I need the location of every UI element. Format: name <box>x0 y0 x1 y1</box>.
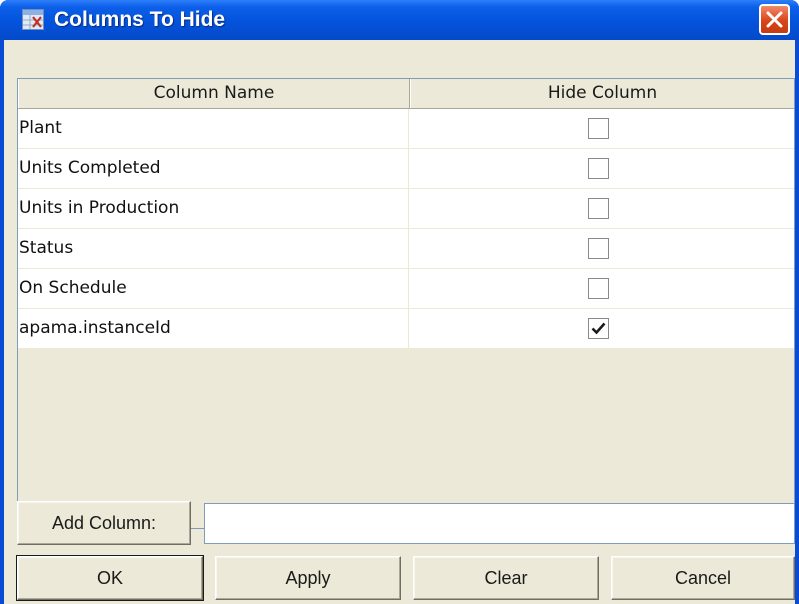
hide-checkbox[interactable] <box>588 158 609 179</box>
column-name-cell: Status <box>18 229 409 268</box>
ok-button[interactable]: OK <box>16 555 204 601</box>
hide-column-cell <box>410 269 794 308</box>
table-row[interactable]: Status <box>18 229 794 269</box>
column-name-cell: apama.instanceId <box>18 309 409 348</box>
close-icon <box>766 11 783 28</box>
table-row[interactable]: apama.instanceId <box>18 309 794 349</box>
hide-column-cell <box>410 149 794 188</box>
column-name-cell: Units in Production <box>18 189 409 228</box>
hide-checkbox[interactable] <box>588 198 609 219</box>
columns-table: Column Name Hide Column Plant Units Comp… <box>17 78 795 529</box>
hide-checkbox[interactable] <box>588 118 609 139</box>
dialog-window: Columns To Hide Column Name Hide Column … <box>0 0 799 604</box>
hide-checkbox[interactable] <box>588 238 609 259</box>
hide-column-cell <box>410 189 794 228</box>
hide-column-cell <box>410 109 794 148</box>
checkmark-icon <box>591 322 606 335</box>
column-name-cell: Plant <box>18 109 409 148</box>
hide-column-cell <box>410 229 794 268</box>
hide-checkbox[interactable] <box>588 318 609 339</box>
close-button[interactable] <box>759 4 790 35</box>
table-header: Column Name Hide Column <box>18 79 794 109</box>
title-bar[interactable]: Columns To Hide <box>0 0 799 40</box>
header-hide-column[interactable]: Hide Column <box>410 79 794 108</box>
column-name-cell: Units Completed <box>18 149 409 188</box>
clear-button[interactable]: Clear <box>413 556 599 600</box>
header-column-name[interactable]: Column Name <box>18 79 410 108</box>
cancel-button[interactable]: Cancel <box>611 556 795 600</box>
hide-checkbox[interactable] <box>588 278 609 299</box>
add-column-button[interactable]: Add Column: <box>17 501 191 545</box>
apply-button[interactable]: Apply <box>215 556 401 600</box>
dialog-body: Column Name Hide Column Plant Units Comp… <box>4 40 795 604</box>
table-row[interactable]: Units in Production <box>18 189 794 229</box>
hide-column-cell <box>410 309 794 348</box>
dialog-title: Columns To Hide <box>54 8 226 31</box>
add-column-input[interactable] <box>204 503 795 544</box>
table-row[interactable]: Units Completed <box>18 149 794 189</box>
table-row[interactable]: Plant <box>18 109 794 149</box>
table-row[interactable]: On Schedule <box>18 269 794 309</box>
column-name-cell: On Schedule <box>18 269 409 308</box>
table-body: Plant Units Completed Units in Productio… <box>18 109 794 349</box>
table-app-icon <box>22 9 44 30</box>
